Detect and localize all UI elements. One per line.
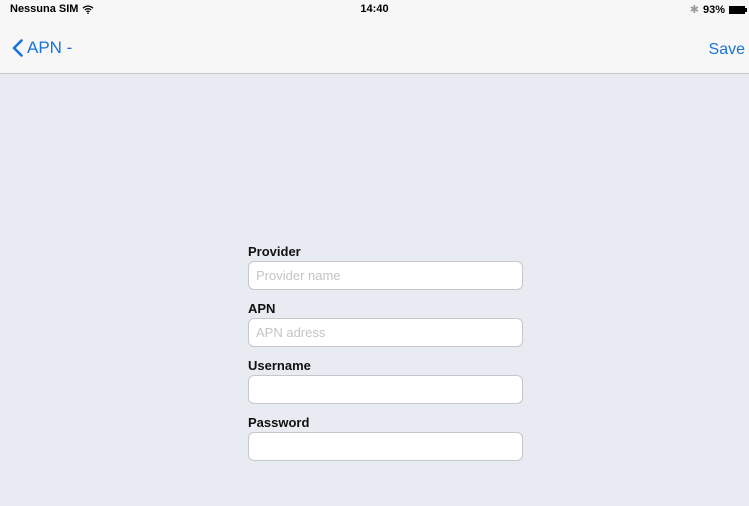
battery-icon [729,5,747,14]
provider-label: Provider [248,244,301,259]
apn-label: APN [248,301,276,316]
provider-input[interactable] [248,261,523,290]
password-input[interactable] [248,432,523,461]
chevron-left-icon [12,39,23,57]
status-right: ✱ 93% [689,3,747,16]
username-label: Username [248,358,311,373]
apn-input[interactable] [248,318,523,347]
battery-percent: 93% [702,3,725,16]
save-button[interactable]: Save [709,41,745,59]
apn-form: Provider APN Username Password [248,243,523,471]
username-input[interactable] [248,375,523,404]
status-time: 14:40 [360,3,389,15]
top-bar: Nessuna SIM 14:40 ✱ 93% APN - Save [0,0,749,74]
password-label: Password [248,415,310,430]
bluetooth-icon: ✱ [689,4,699,16]
back-button[interactable]: APN - [12,38,72,58]
screen: Nessuna SIM 14:40 ✱ 93% APN - Save Provi… [0,0,749,506]
back-label: APN - [27,38,73,57]
